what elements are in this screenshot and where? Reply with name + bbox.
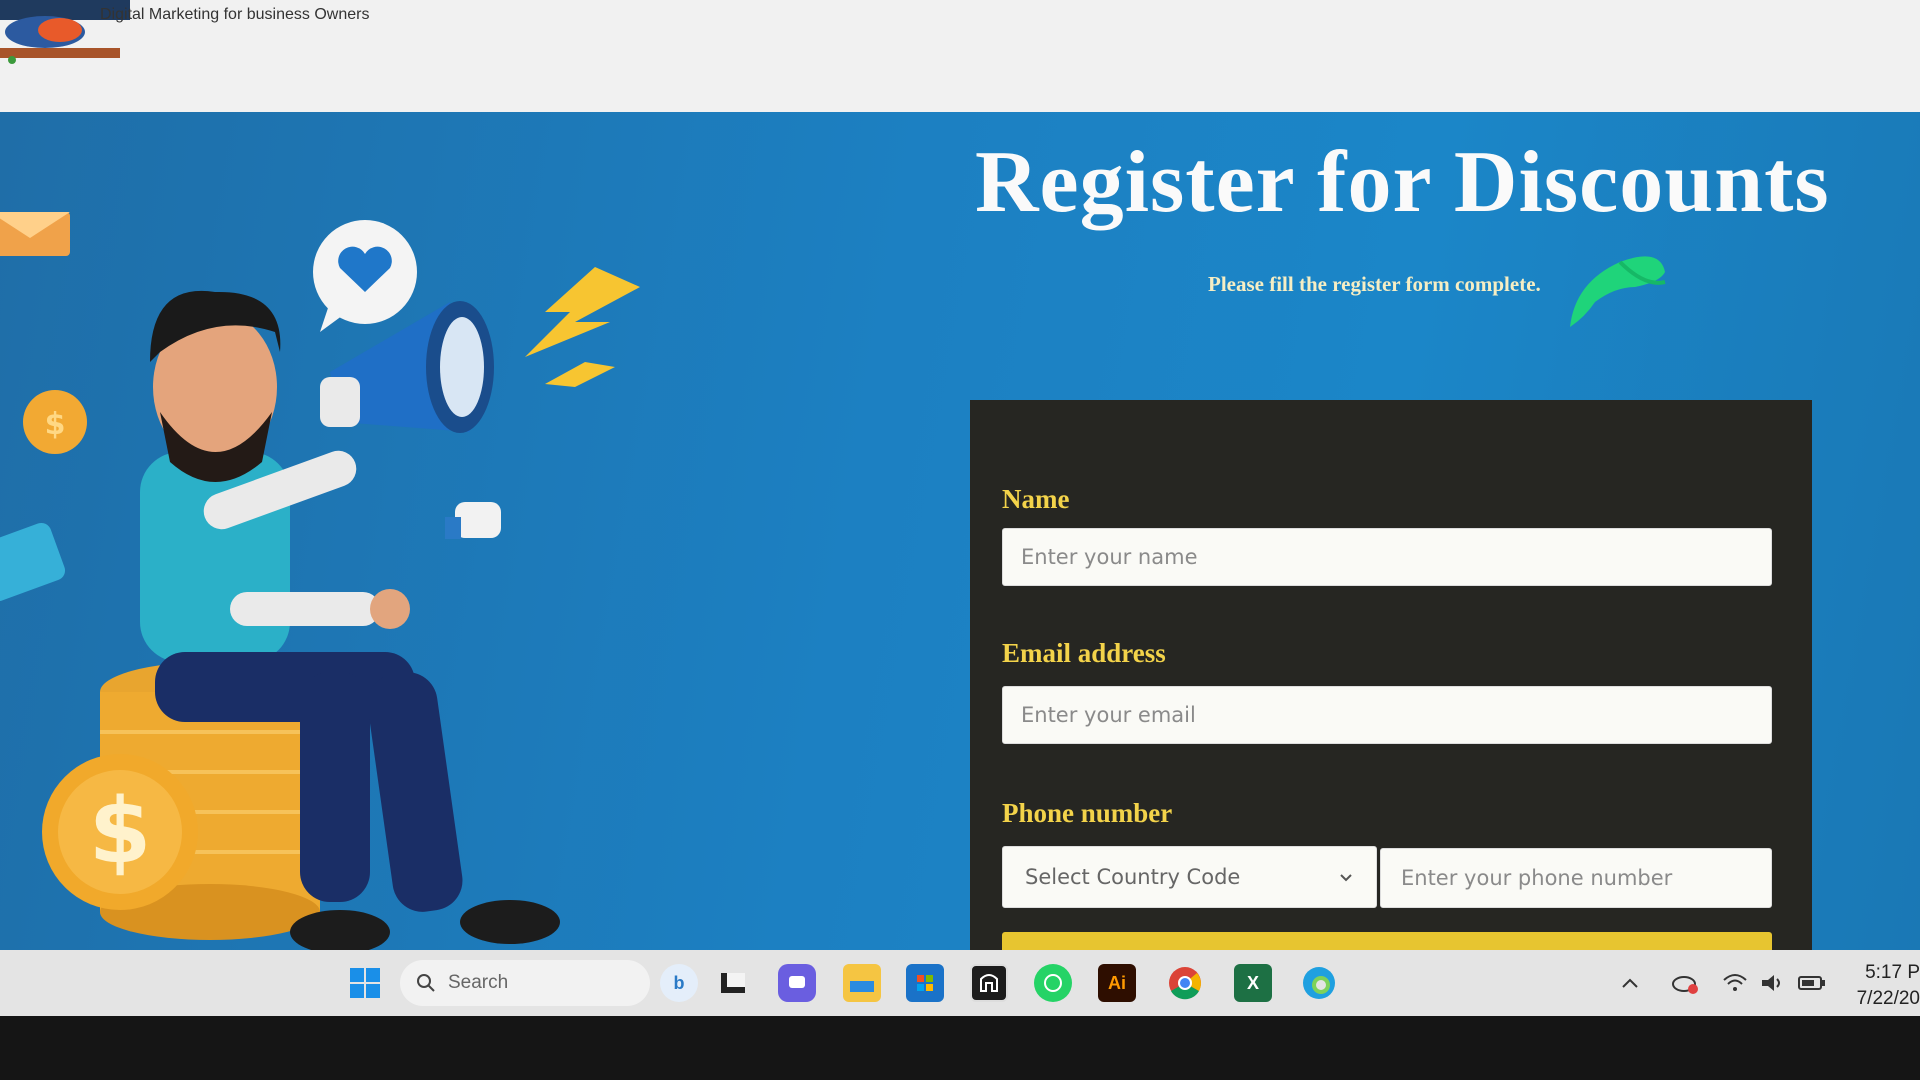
search-placeholder: Search — [448, 972, 509, 993]
hero-section: $ $ Register for Discounts Please fill t… — [0, 112, 1920, 950]
excel-icon[interactable]: X — [1234, 964, 1272, 1002]
email-label: Email address — [1002, 638, 1166, 668]
system-tray — [1620, 968, 1826, 998]
search-icon — [417, 974, 435, 992]
chevron-down-icon — [1340, 874, 1352, 882]
page-subtitle: Please fill the register form complete. — [1208, 272, 1541, 296]
submit-button[interactable] — [1002, 932, 1772, 950]
chrome-icon[interactable] — [1166, 964, 1204, 1002]
volume-icon[interactable] — [1760, 972, 1786, 994]
terminal-icon[interactable] — [714, 964, 752, 1002]
svg-text:$: $ — [45, 407, 66, 442]
edge-icon[interactable] — [1300, 964, 1338, 1002]
logo-tagline: Digital Marketing for business Owners — [100, 6, 370, 23]
country-code-placeholder: Select Country Code — [1025, 865, 1241, 889]
chevron-up-icon[interactable] — [1620, 976, 1640, 990]
onedrive-icon[interactable] — [1670, 971, 1700, 995]
chat-icon[interactable] — [778, 964, 816, 1002]
email-input[interactable] — [1002, 686, 1772, 744]
monitor-bezel — [0, 1016, 1920, 1080]
illustrator-icon[interactable]: Ai — [1098, 964, 1136, 1002]
battery-icon[interactable] — [1798, 975, 1826, 991]
app-icon[interactable] — [970, 964, 1008, 1002]
marketing-illustration: $ $ — [0, 212, 640, 950]
clock-time: 5:17 P — [1865, 962, 1920, 983]
svg-text:$: $ — [89, 779, 152, 884]
green-cursor-icon — [1570, 256, 1666, 327]
bing-icon[interactable]: b — [660, 964, 698, 1002]
page-title: Register for Discounts — [975, 134, 1830, 231]
phone-input[interactable] — [1380, 848, 1772, 908]
register-form: Name Email address Phone number Select C… — [970, 400, 1812, 950]
windows-taskbar: Search b Ai X 5:17 P 7/22/20 — [0, 950, 1920, 1016]
clock-date: 7/22/20 — [1856, 988, 1920, 1009]
windows-start-icon[interactable] — [350, 968, 380, 998]
name-input[interactable] — [1002, 528, 1772, 586]
site-header: Digital Marketing for business Owners — [0, 0, 1920, 112]
phone-label: Phone number — [1002, 798, 1173, 828]
store-icon[interactable] — [906, 964, 944, 1002]
country-code-select[interactable]: Select Country Code — [1002, 846, 1377, 908]
file-explorer-icon[interactable] — [843, 964, 881, 1002]
taskbar-search[interactable]: Search — [400, 960, 650, 1006]
whatsapp-icon[interactable] — [1034, 964, 1072, 1002]
name-label: Name — [1002, 484, 1070, 514]
taskbar-clock[interactable]: 5:17 P 7/22/20 — [1850, 960, 1920, 1012]
wifi-icon[interactable] — [1722, 972, 1748, 994]
